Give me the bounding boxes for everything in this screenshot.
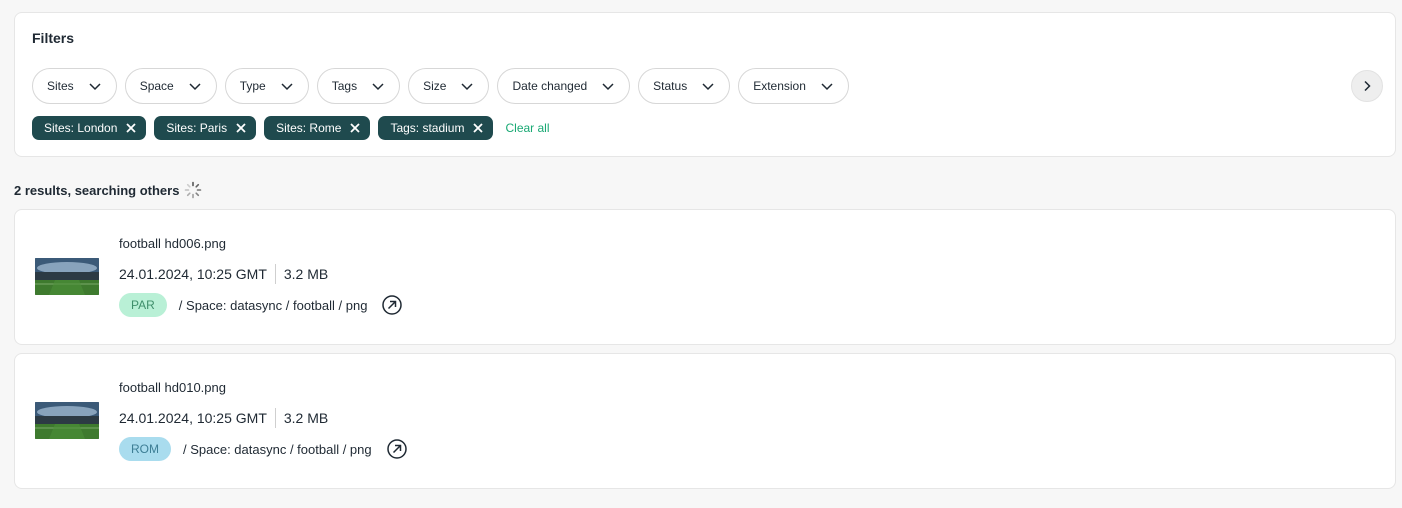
- filter-tags-dropdown[interactable]: Tags: [316, 68, 401, 104]
- file-meta: 24.01.2024, 10:25 GMT 3.2 MB: [119, 408, 328, 428]
- open-external-icon[interactable]: [386, 438, 408, 460]
- thumbnail-image[interactable]: [35, 402, 99, 439]
- close-icon[interactable]: [473, 123, 484, 133]
- filter-extension-label: Extension: [753, 79, 806, 93]
- chip-label: Sites: Paris: [166, 121, 228, 135]
- file-date: 24.01.2024, 10:25 GMT: [119, 410, 267, 426]
- chevron-down-icon: [89, 83, 101, 91]
- file-size: 3.2 MB: [283, 266, 329, 282]
- open-external-icon[interactable]: [381, 294, 403, 316]
- close-icon[interactable]: [126, 123, 137, 133]
- chevron-down-icon: [189, 83, 201, 91]
- file-path: PAR / Space: datasync / football / png: [119, 293, 403, 317]
- filter-date-changed-dropdown[interactable]: Date changed: [497, 68, 631, 104]
- file-size: 3.2 MB: [283, 410, 329, 426]
- filter-sites-dropdown[interactable]: Sites: [32, 68, 117, 104]
- chevron-down-icon: [602, 83, 614, 91]
- chip-label: Sites: London: [44, 121, 118, 135]
- chip-label: Tags: stadium: [390, 121, 465, 135]
- filter-dropdown-row: Sites Space Type Tags Size Date changed …: [32, 68, 849, 104]
- filter-size-label: Size: [423, 79, 447, 93]
- loading-spinner-icon: [185, 181, 202, 199]
- filter-space-label: Space: [139, 79, 174, 93]
- file-name[interactable]: football hd006.png: [119, 236, 226, 251]
- active-filter-chip: Sites: Rome: [264, 116, 371, 140]
- filter-tags-label: Tags: [331, 79, 358, 93]
- filter-date-changed-label: Date changed: [512, 79, 588, 93]
- filters-title: Filters: [32, 30, 75, 46]
- filter-type-label: Type: [239, 79, 266, 93]
- chevron-down-icon: [702, 83, 714, 91]
- filter-sites-label: Sites: [47, 79, 74, 93]
- divider: [274, 264, 276, 284]
- file-path: ROM / Space: datasync / football / png: [119, 437, 408, 461]
- thumbnail-image[interactable]: [35, 258, 99, 295]
- filter-space-dropdown[interactable]: Space: [124, 68, 217, 104]
- stadium-thumbnail-icon: [35, 402, 99, 439]
- filters-panel: Filters Sites Space Type Tags Size Date …: [14, 12, 1396, 157]
- filter-status-label: Status: [653, 79, 688, 93]
- active-filter-chip: Sites: London: [32, 116, 147, 140]
- result-card[interactable]: football hd006.png 24.01.2024, 10:25 GMT…: [14, 209, 1396, 345]
- path-text: / Space: datasync / football / png: [178, 297, 368, 313]
- close-icon[interactable]: [236, 123, 246, 133]
- results-count-text: 2 results, searching others: [14, 182, 180, 198]
- clear-all-link[interactable]: Clear all: [505, 121, 549, 135]
- file-date: 24.01.2024, 10:25 GMT: [119, 266, 267, 282]
- site-badge: PAR: [119, 293, 167, 317]
- close-icon[interactable]: [350, 123, 361, 133]
- result-card[interactable]: football hd010.png 24.01.2024, 10:25 GMT…: [14, 353, 1396, 489]
- filter-size-dropdown[interactable]: Size: [408, 68, 490, 104]
- path-text: / Space: datasync / football / png: [183, 441, 372, 457]
- scroll-filters-right-button[interactable]: [1351, 70, 1383, 102]
- filter-status-dropdown[interactable]: Status: [638, 68, 731, 104]
- chevron-right-icon: [1364, 80, 1371, 92]
- site-badge: ROM: [119, 437, 171, 461]
- results-summary: 2 results, searching others: [14, 181, 202, 199]
- file-name[interactable]: football hd010.png: [119, 380, 226, 395]
- file-meta: 24.01.2024, 10:25 GMT 3.2 MB: [119, 264, 328, 284]
- chevron-down-icon: [372, 83, 384, 91]
- chevron-down-icon: [461, 83, 473, 91]
- filter-type-dropdown[interactable]: Type: [224, 68, 309, 104]
- active-filter-chip: Sites: Paris: [154, 116, 257, 140]
- chevron-down-icon: [281, 83, 293, 91]
- divider: [274, 408, 276, 428]
- active-filter-chip: Tags: stadium: [378, 116, 494, 140]
- active-filter-chips: Sites: London Sites: Paris Sites: Rome T…: [32, 116, 550, 140]
- chevron-down-icon: [821, 83, 833, 91]
- filter-extension-dropdown[interactable]: Extension: [738, 68, 849, 104]
- stadium-thumbnail-icon: [35, 258, 99, 295]
- chip-label: Sites: Rome: [276, 121, 342, 135]
